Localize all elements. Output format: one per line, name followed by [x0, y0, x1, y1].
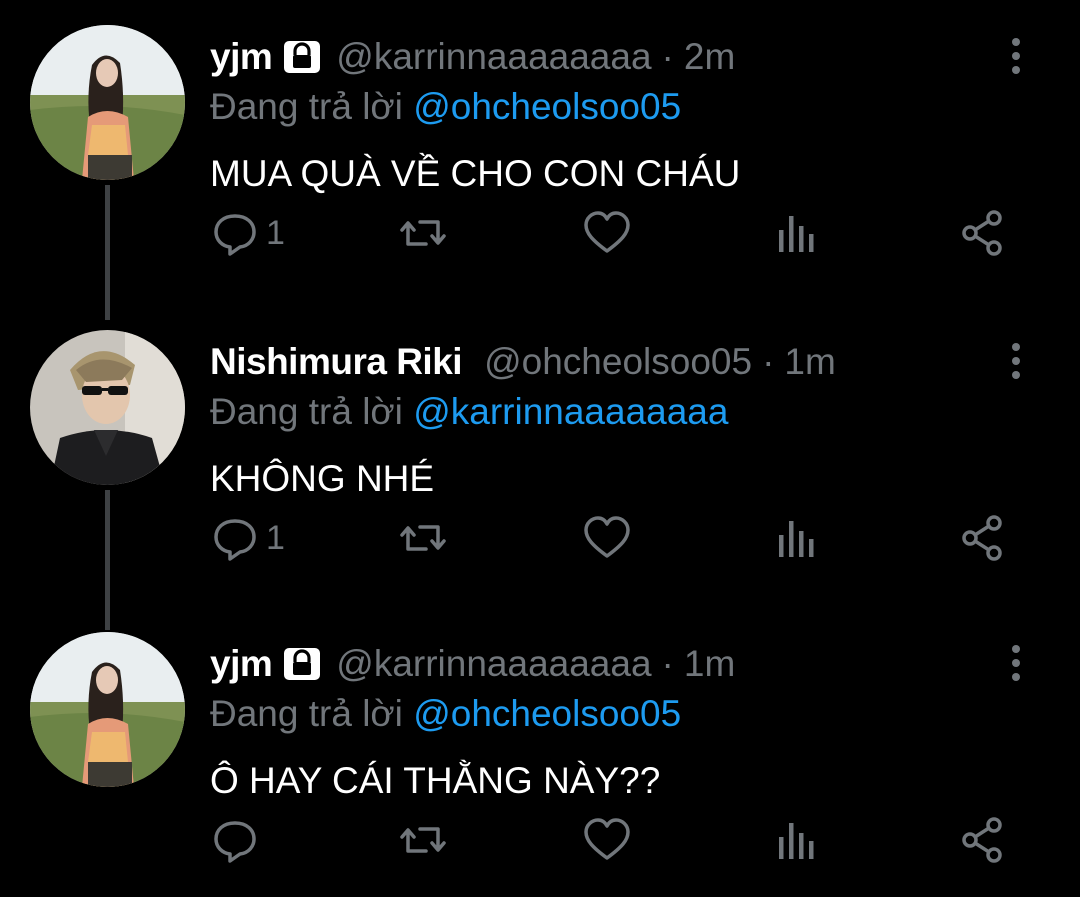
- woman-in-field-avatar: [30, 632, 185, 787]
- separator: ·: [661, 643, 674, 684]
- user-handle[interactable]: @karrinnaaaaaaaa: [336, 641, 651, 687]
- tweet-header: yjm @karrinnaaaaaaaa · 1m: [210, 641, 735, 687]
- views-button[interactable]: [772, 812, 822, 868]
- avatar[interactable]: [30, 632, 185, 787]
- avatar[interactable]: [30, 330, 185, 485]
- tweet[interactable]: yjm @karrinnaaaaaaaa · 2m Đang trả lời @…: [0, 0, 1080, 300]
- replying-to-label: Đang trả lời: [210, 86, 403, 127]
- share-button[interactable]: [958, 510, 1008, 566]
- heart-icon: [582, 208, 632, 258]
- share-button[interactable]: [958, 205, 1008, 261]
- timestamp[interactable]: 2m: [684, 34, 735, 80]
- tweet-text: MUA QUÀ VỀ CHO CON CHÁU: [210, 153, 741, 194]
- tweet[interactable]: Nishimura Riki @ohcheolsoo05 · 1m Đang t…: [0, 305, 1080, 605]
- reply-button[interactable]: 1: [210, 510, 285, 566]
- separator: ·: [762, 341, 775, 382]
- reply-icon: [210, 513, 260, 563]
- retweet-icon: [398, 815, 448, 865]
- lock-icon: [282, 644, 322, 684]
- tweet-thread: yjm @karrinnaaaaaaaa · 2m Đang trả lời @…: [0, 0, 1080, 897]
- user-handle[interactable]: @karrinnaaaaaaaa: [336, 34, 651, 80]
- timestamp[interactable]: 1m: [784, 339, 835, 385]
- share-button[interactable]: [958, 812, 1008, 868]
- display-name[interactable]: yjm: [210, 34, 273, 80]
- tweet-header: Nishimura Riki @ohcheolsoo05 · 1m: [210, 339, 836, 385]
- reply-count: 1: [266, 213, 285, 252]
- reply-button[interactable]: 1: [210, 205, 285, 261]
- lock-icon: [282, 37, 322, 77]
- like-button[interactable]: [582, 205, 632, 261]
- avatar[interactable]: [30, 25, 185, 180]
- mention-link[interactable]: @ohcheolsoo05: [413, 693, 681, 734]
- reply-count: 1: [266, 518, 285, 557]
- tweet-actions: [0, 812, 1080, 872]
- user-handle[interactable]: @ohcheolsoo05: [484, 339, 752, 385]
- display-name[interactable]: Nishimura Riki: [210, 339, 463, 385]
- like-button[interactable]: [582, 510, 632, 566]
- reply-icon: [210, 815, 260, 865]
- replying-to-label: Đang trả lời: [210, 693, 403, 734]
- separator: ·: [661, 36, 674, 77]
- share-icon: [958, 208, 1008, 258]
- mention-link[interactable]: @ohcheolsoo05: [413, 86, 681, 127]
- replying-to-label: Đang trả lời: [210, 391, 403, 432]
- reply-button[interactable]: [210, 812, 266, 868]
- share-icon: [958, 815, 1008, 865]
- heart-icon: [582, 513, 632, 563]
- mention-link[interactable]: @karrinnaaaaaaaa: [413, 391, 728, 432]
- tweet-actions: 1: [0, 205, 1080, 265]
- woman-in-field-avatar: [30, 25, 185, 180]
- analytics-icon: [772, 208, 822, 258]
- analytics-icon: [772, 815, 822, 865]
- retweet-button[interactable]: [398, 205, 448, 261]
- more-options-icon[interactable]: [1000, 643, 1032, 683]
- man-with-sunglasses-avatar: [30, 330, 185, 485]
- tweet[interactable]: yjm @karrinnaaaaaaaa · 1m Đang trả lời @…: [0, 607, 1080, 897]
- views-button[interactable]: [772, 205, 822, 261]
- views-button[interactable]: [772, 510, 822, 566]
- replying-to: Đang trả lời @karrinnaaaaaaaa: [210, 389, 728, 435]
- heart-icon: [582, 815, 632, 865]
- timestamp[interactable]: 1m: [684, 641, 735, 687]
- display-name[interactable]: yjm: [210, 641, 273, 687]
- more-options-icon[interactable]: [1000, 341, 1032, 381]
- replying-to: Đang trả lời @ohcheolsoo05: [210, 691, 681, 737]
- tweet-header: yjm @karrinnaaaaaaaa · 2m: [210, 34, 735, 80]
- tweet-text: Ô HAY CÁI THẰNG NÀY??: [210, 760, 661, 801]
- more-options-icon[interactable]: [1000, 36, 1032, 76]
- tweet-actions: 1: [0, 510, 1080, 570]
- replying-to: Đang trả lời @ohcheolsoo05: [210, 84, 681, 130]
- like-button[interactable]: [582, 812, 632, 868]
- tweet-text: KHÔNG NHÉ: [210, 458, 435, 499]
- retweet-button[interactable]: [398, 812, 448, 868]
- share-icon: [958, 513, 1008, 563]
- analytics-icon: [772, 513, 822, 563]
- retweet-icon: [398, 513, 448, 563]
- retweet-button[interactable]: [398, 510, 448, 566]
- retweet-icon: [398, 208, 448, 258]
- reply-icon: [210, 208, 260, 258]
